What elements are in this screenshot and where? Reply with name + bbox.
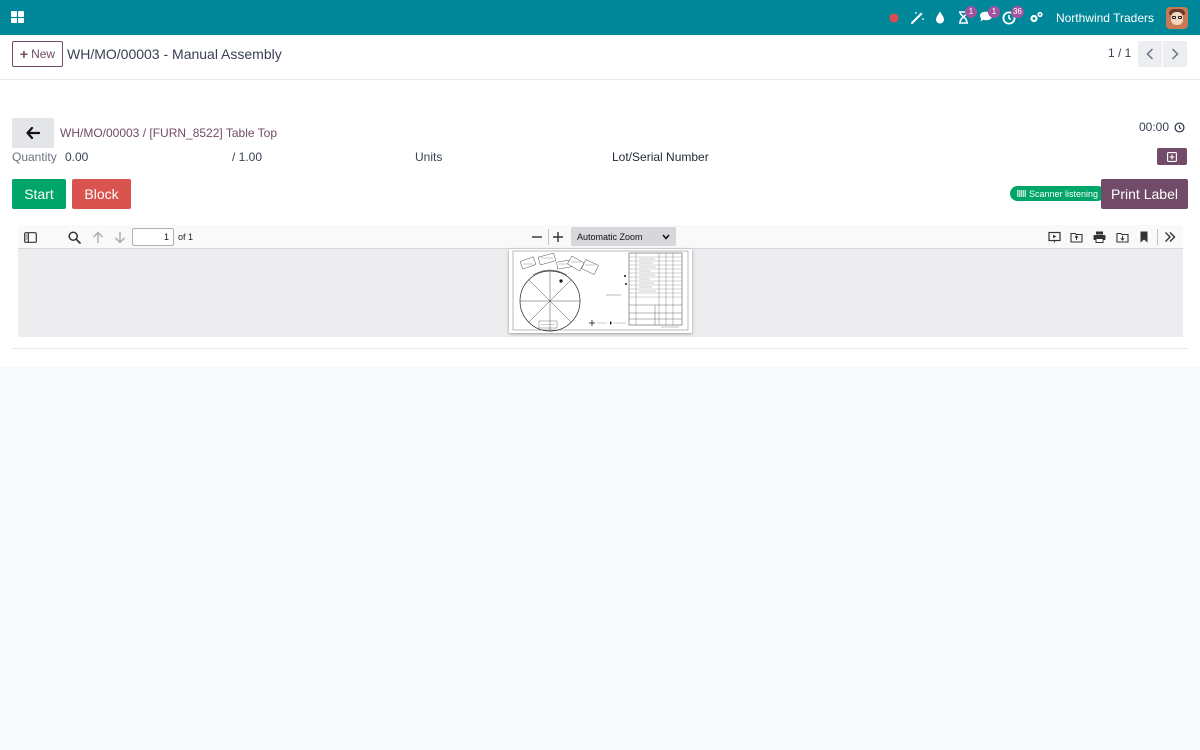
start-button[interactable]: Start: [12, 179, 66, 209]
hourglass-icon[interactable]: 1: [952, 0, 977, 35]
lot-serial-label: Lot/Serial Number: [612, 150, 709, 164]
chevron-down-icon: [662, 234, 670, 240]
unit-of-measure: Units: [415, 150, 443, 164]
record-title: WH/MO/00003 - Manual Assembly: [67, 46, 282, 62]
recording-dot-icon[interactable]: [883, 0, 906, 35]
magic-wand-icon[interactable]: [906, 0, 929, 35]
quantity-done[interactable]: 0.00: [65, 150, 88, 164]
divider: [12, 348, 1188, 349]
chevron-right-icon: [1171, 48, 1179, 60]
timer-badge: 36: [1010, 6, 1024, 18]
pager-value[interactable]: 1 / 1: [1108, 46, 1131, 60]
company-name[interactable]: Northwind Traders: [1056, 11, 1154, 25]
zoom-select[interactable]: Automatic Zoom: [571, 227, 676, 246]
print-label-button[interactable]: Print Label: [1101, 179, 1188, 209]
print-icon[interactable]: [1091, 229, 1107, 245]
new-button-label: New: [31, 47, 56, 61]
technical-drawing-image: [512, 250, 689, 332]
scanner-status-label: Scanner listening: [1029, 188, 1099, 199]
arrow-left-icon: [26, 127, 40, 139]
presentation-mode-icon[interactable]: [1046, 229, 1062, 245]
search-icon[interactable]: [66, 229, 82, 245]
zoom-out-icon[interactable]: [529, 229, 545, 245]
pdf-toolbar: 1 of 1 Automatic Zoom: [18, 225, 1183, 249]
user-avatar[interactable]: [1166, 6, 1188, 29]
clock-icon[interactable]: 36: [998, 0, 1024, 35]
work-order-panel: WH/MO/00003 / [FURN_8522] Table Top 00:0…: [0, 80, 1200, 367]
download-icon[interactable]: [1114, 229, 1130, 245]
barcode-icon: [1017, 190, 1026, 197]
tools-menu-icon[interactable]: [1162, 229, 1178, 245]
pager-previous-button[interactable]: [1138, 41, 1162, 67]
page-number-input[interactable]: 1: [132, 228, 174, 246]
sidebar-toggle-icon[interactable]: [22, 229, 38, 245]
plus-icon: +: [19, 46, 29, 62]
pdf-page: [509, 249, 692, 333]
droplet-icon[interactable]: [929, 0, 952, 35]
chevron-left-icon: [1146, 48, 1154, 60]
zoom-value: Automatic Zoom: [577, 231, 643, 242]
quantity-label: Quantity: [12, 150, 57, 164]
scanner-status-badge: Scanner listening: [1010, 186, 1106, 201]
pdf-viewer: 1 of 1 Automatic Zoom: [18, 225, 1183, 337]
zoom-in-icon[interactable]: [550, 229, 566, 245]
apps-grid-icon[interactable]: [11, 11, 24, 23]
gears-icon[interactable]: [1025, 0, 1048, 35]
open-file-icon[interactable]: [1068, 229, 1084, 245]
timer-value: 00:00: [1139, 120, 1170, 134]
control-panel: + New WH/MO/00003 - Manual Assembly 1 / …: [0, 35, 1200, 80]
next-page-icon[interactable]: [112, 229, 128, 245]
navbar-systray: 1 1 36 Northwind Traders: [883, 0, 1200, 35]
back-button[interactable]: [12, 118, 54, 148]
pager-next-button[interactable]: [1163, 41, 1187, 67]
previous-page-icon[interactable]: [90, 229, 106, 245]
chat-icon[interactable]: 1: [975, 0, 1000, 35]
add-lot-button[interactable]: [1157, 148, 1187, 165]
quantity-total: / 1.00: [232, 150, 263, 164]
bookmark-icon[interactable]: [1136, 229, 1152, 245]
block-button[interactable]: Block: [72, 179, 131, 209]
stopwatch-icon: [1174, 121, 1185, 133]
page-count-label: of 1: [178, 232, 194, 242]
top-navbar: 1 1 36 Northwind Traders: [0, 0, 1200, 35]
work-order-breadcrumb[interactable]: WH/MO/00003 / [FURN_8522] Table Top: [60, 126, 277, 140]
new-button[interactable]: + New: [12, 41, 63, 67]
plus-square-icon: [1167, 151, 1177, 162]
work-order-timer: 00:00: [1139, 120, 1185, 134]
